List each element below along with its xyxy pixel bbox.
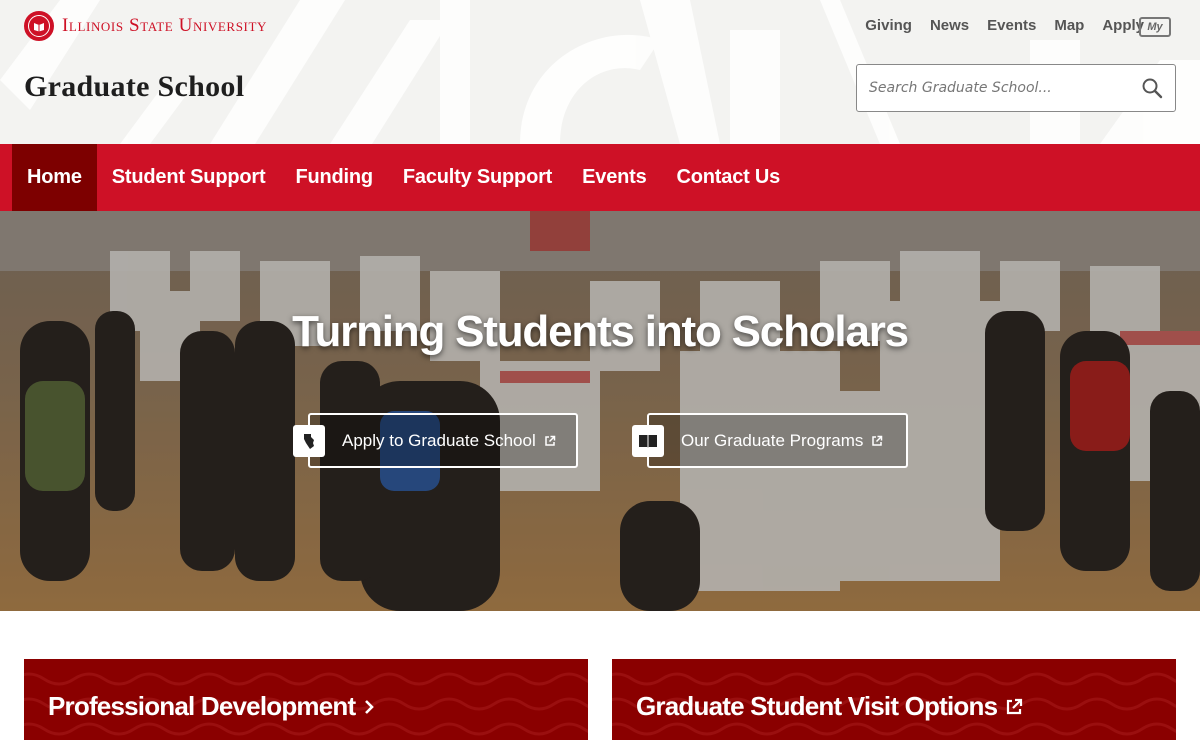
nav-item-contact-us[interactable]: Contact Us (662, 144, 796, 211)
external-link-icon (1005, 698, 1023, 716)
search-button[interactable] (1129, 65, 1175, 111)
professional-development-card[interactable]: Professional Development (24, 659, 588, 740)
nav-item-faculty-support[interactable]: Faculty Support (388, 144, 567, 211)
search-icon (1142, 78, 1163, 99)
search-input[interactable] (857, 65, 1129, 111)
utility-nav: Giving News Events Map Apply (865, 17, 1144, 34)
card-title: Professional Development (48, 691, 375, 722)
apply-to-graduate-school-button[interactable]: Apply to Graduate School (293, 413, 578, 468)
programs-button-label: Our Graduate Programs (681, 430, 864, 450)
our-graduate-programs-button[interactable]: Our Graduate Programs (632, 413, 908, 468)
external-link-icon (544, 435, 556, 447)
utility-link-apply[interactable]: Apply (1102, 17, 1144, 34)
nav-item-student-support[interactable]: Student Support (97, 144, 281, 211)
hero-banner: Turning Students into Scholars Apply to … (0, 211, 1200, 611)
utility-link-map[interactable]: Map (1054, 17, 1084, 34)
site-title[interactable]: Graduate School (24, 70, 244, 104)
university-name: Illinois State University (62, 15, 267, 36)
external-link-icon (871, 435, 883, 447)
university-logo[interactable]: Illinois State University (24, 11, 267, 41)
utility-link-giving[interactable]: Giving (865, 17, 912, 34)
visit-options-title: Graduate Student Visit Options (636, 691, 998, 721)
professional-development-title: Professional Development (48, 691, 356, 721)
university-seal-icon (24, 11, 54, 41)
utility-link-events[interactable]: Events (987, 17, 1036, 34)
hero-title: Turning Students into Scholars (292, 307, 909, 356)
graduate-student-visit-options-card[interactable]: Graduate Student Visit Options (612, 659, 1176, 740)
utility-link-news[interactable]: News (930, 17, 969, 34)
main-nav: Home Student Support Funding Faculty Sup… (0, 144, 1200, 211)
apply-button-label: Apply to Graduate School (342, 430, 536, 450)
chevron-right-icon (363, 699, 375, 715)
nav-item-events[interactable]: Events (567, 144, 661, 211)
hero-overlay (0, 211, 1200, 611)
my-isu-button[interactable]: My (1139, 17, 1171, 37)
open-book-icon (632, 425, 664, 457)
card-title: Graduate Student Visit Options (636, 691, 1023, 722)
search-box (856, 64, 1176, 112)
nav-item-funding[interactable]: Funding (280, 144, 387, 211)
site-header: Illinois State University Graduate Schoo… (0, 0, 1200, 144)
nav-item-home[interactable]: Home (12, 144, 97, 211)
illinois-state-icon (293, 425, 325, 457)
